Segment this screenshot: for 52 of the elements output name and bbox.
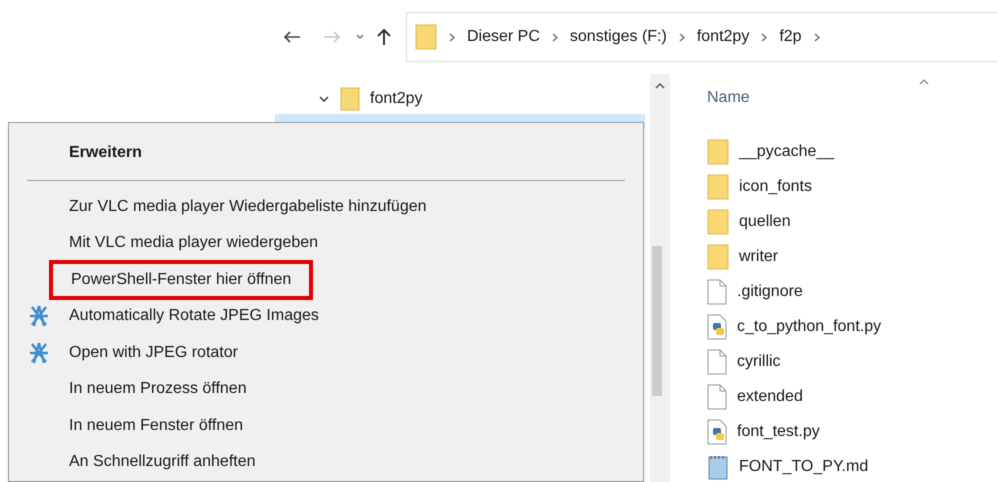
breadcrumb-segment[interactable]: font2py [696, 25, 750, 49]
notepad-file-icon [707, 454, 729, 480]
scroll-up-icon[interactable] [654, 82, 666, 90]
menu-item[interactable]: PowerShell-Fenster hier öffnen [49, 260, 314, 300]
menu-item[interactable]: In neuem Fenster öffnen [69, 414, 244, 438]
document-icon [707, 348, 727, 374]
breadcrumb-chevron-icon[interactable] [449, 32, 455, 42]
column-header[interactable]: Name [707, 74, 997, 134]
file-name[interactable]: c_to_python_font.py [737, 314, 882, 338]
breadcrumb-chevron-icon[interactable] [761, 32, 768, 42]
folder-icon [707, 208, 729, 234]
scrollbar[interactable] [650, 74, 670, 482]
folder-icon [415, 24, 437, 50]
file-name[interactable]: cyrillic [737, 350, 781, 374]
rotator-icon [27, 304, 51, 328]
breadcrumb-chevron-icon[interactable] [678, 32, 685, 42]
rotator-icon [27, 340, 51, 365]
chevron-down-icon[interactable] [355, 33, 365, 41]
file-name[interactable]: FONT_TO_PY.md [739, 454, 868, 478]
menu-item[interactable]: In neuem Prozess öffnen [69, 377, 247, 402]
breadcrumb-segment[interactable]: Dieser PC [467, 25, 540, 49]
back-arrow-icon[interactable] [283, 30, 301, 44]
folder-icon [707, 174, 729, 200]
scrollbar-thumb[interactable] [652, 246, 662, 396]
folder-icon [707, 244, 729, 270]
file-name[interactable]: icon_fonts [739, 174, 812, 198]
file-name[interactable]: writer [739, 244, 778, 268]
expand-chevron-icon[interactable] [318, 94, 330, 104]
folder-icon [340, 87, 360, 111]
up-arrow-icon[interactable] [377, 28, 391, 46]
tree-item-label[interactable]: font2py [370, 87, 422, 111]
breadcrumb-segment[interactable]: sonstiges (F:) [570, 25, 667, 49]
file-name[interactable]: extended [737, 384, 803, 408]
python-file-icon [707, 314, 727, 340]
menu-item[interactable]: An Schnellzugriff anheften [69, 450, 256, 474]
file-name[interactable]: font_test.py [737, 420, 820, 444]
file-name[interactable]: __pycache__ [739, 140, 834, 164]
file-name[interactable]: .gitignore [737, 280, 803, 304]
document-icon [707, 384, 727, 410]
address-bar[interactable]: Dieser PC sonstiges (F:) font2py f2p [406, 12, 997, 62]
folder-icon [707, 138, 729, 164]
menu-item[interactable]: Mit VLC media player wiedergeben [69, 231, 318, 256]
document-icon [707, 278, 727, 304]
python-file-icon [707, 418, 727, 444]
menu-item[interactable]: Automatically Rotate JPEG Images [69, 304, 319, 328]
menu-header-item[interactable]: Erweitern [69, 141, 142, 166]
breadcrumb-chevron-icon[interactable] [552, 32, 558, 42]
menu-item[interactable]: Zur VLC media player Wiedergabeliste hinzufügen [69, 194, 427, 219]
menu-item[interactable]: Open with JPEG rotator [69, 340, 238, 365]
file-name[interactable]: quellen [739, 210, 791, 234]
breadcrumb-segment[interactable]: f2p [779, 25, 802, 49]
breadcrumb-chevron-icon[interactable] [814, 32, 820, 42]
